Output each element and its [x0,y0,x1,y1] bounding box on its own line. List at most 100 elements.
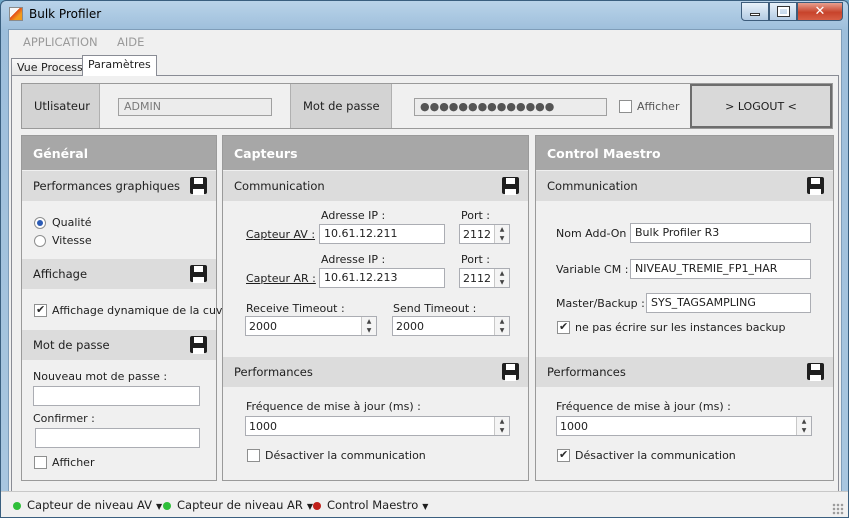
quality-radio[interactable] [34,217,46,229]
save-icon[interactable] [807,177,824,195]
client-area: APPLICATION AIDE Vue Process Paramètres … [8,29,842,513]
spin-down-icon[interactable]: ▼ [362,326,376,335]
spin-arrows[interactable]: ▲ ▼ [361,317,376,335]
spin-up-icon[interactable]: ▲ [495,225,509,234]
confirm-label: Confirmer : [33,412,95,425]
maximize-icon [776,6,790,17]
ar-ip-label: Adresse IP : [321,253,386,266]
capteurs-panel: Capteurs Communication Adresse IP : Port… [222,135,529,481]
maestro-comm-section: Communication [536,171,833,201]
menu-application[interactable]: APPLICATION [23,35,98,49]
status-control-maestro[interactable]: Control Maestro ▼ [313,498,428,512]
spin-down-icon[interactable]: ▼ [495,278,509,287]
save-icon[interactable] [190,177,207,195]
new-password-label: Nouveau mot de passe : [33,370,168,383]
general-panel: Général Performances graphiques Qualité … [21,135,229,481]
cm-variable-field[interactable]: NIVEAU_TREMIE_FP1_HAR [630,259,811,279]
display-section: Affichage [22,259,216,289]
tab-parametres[interactable]: Paramètres [82,55,157,76]
spin-arrows[interactable]: ▲ ▼ [494,417,509,435]
save-icon[interactable] [190,336,207,354]
tab-vue-process[interactable]: Vue Process [11,58,89,76]
new-password-field[interactable] [33,386,200,406]
maestro-title: Control Maestro [536,136,833,170]
status-capteur-ar[interactable]: Capteur de niveau AR ▼ [163,498,313,512]
receive-timeout-stepper[interactable]: 2000 ▲ ▼ [245,316,377,336]
spin-up-icon[interactable]: ▲ [495,269,509,278]
ar-ip-field[interactable]: 10.61.12.213 [319,268,445,288]
maestro-perf-section: Performances [536,357,833,387]
spin-arrows[interactable]: ▲ ▼ [494,225,509,243]
no-backup-label: ne pas écrire sur les instances backup [575,321,786,334]
status-capteur-av[interactable]: Capteur de niveau AV ▼ [13,498,162,512]
status-bar: Capteur de niveau AV ▼ Capteur de niveau … [1,491,848,517]
minimize-button[interactable] [741,2,769,21]
show-new-password-checkbox[interactable] [34,456,47,469]
logout-button[interactable]: > LOGOUT < [690,84,832,128]
app-window: Bulk Profiler ✕ APPLICATION AIDE Vue Pro… [0,0,849,518]
minimize-icon [750,13,760,16]
no-backup-checkbox[interactable] [557,320,570,334]
close-button[interactable]: ✕ [797,2,843,21]
graphics-perf-title: Performances graphiques [33,179,181,193]
maestro-disable-label: Désactiver la communication [575,449,736,462]
menu-aide[interactable]: AIDE [117,35,144,49]
maximize-button[interactable] [769,2,797,21]
spin-down-icon[interactable]: ▼ [495,426,509,435]
password-section-title: Mot de passe [33,338,110,352]
send-timeout-stepper[interactable]: 2000 ▲ ▼ [392,316,510,336]
spin-arrows[interactable]: ▲ ▼ [494,269,509,287]
addon-label: Nom Add-On : [556,227,634,240]
maestro-comm-title: Communication [547,179,638,193]
save-icon[interactable] [502,177,519,195]
spin-down-icon[interactable]: ▼ [495,234,509,243]
dropdown-arrow-icon: ▼ [156,502,163,511]
receive-timeout-value: 2000 [249,320,277,333]
capteurs-title: Capteurs [223,136,528,170]
av-ip-label: Adresse IP : [321,209,386,222]
confirm-password-field[interactable] [35,428,200,448]
av-ip-field[interactable]: 10.61.12.211 [319,224,445,244]
capteurs-disable-checkbox[interactable] [247,449,260,462]
title-bar[interactable]: Bulk Profiler ✕ [1,1,848,27]
spin-up-icon[interactable]: ▲ [495,417,509,426]
capteurs-comm-title: Communication [234,179,325,193]
show-password-checkbox[interactable] [619,100,632,113]
spin-arrows[interactable]: ▲ ▼ [796,417,811,435]
ar-port-stepper[interactable]: 2112 ▲ ▼ [459,268,510,288]
receive-timeout-label: Receive Timeout : [246,302,345,315]
addon-field[interactable]: Bulk Profiler R3 [630,223,811,243]
capteurs-freq-stepper[interactable]: 1000 ▲ ▼ [245,416,510,436]
resize-grip-icon[interactable] [832,503,844,515]
status-label: Control Maestro [327,498,419,512]
av-port-stepper[interactable]: 2112 ▲ ▼ [459,224,510,244]
maestro-freq-stepper[interactable]: 1000 ▲ ▼ [556,416,812,436]
save-icon[interactable] [807,363,824,381]
spin-up-icon[interactable]: ▲ [495,317,509,326]
maestro-perf-title: Performances [547,365,626,379]
window-title: Bulk Profiler [29,7,102,21]
status-label: Capteur de niveau AV [27,498,153,512]
maestro-disable-checkbox[interactable] [557,448,570,462]
password-field[interactable]: ●●●●●●●●●●●●●● [414,98,607,116]
spin-down-icon[interactable]: ▼ [797,426,811,435]
spin-down-icon[interactable]: ▼ [495,326,509,335]
save-icon[interactable] [190,265,207,283]
ar-port-value: 2112 [463,272,491,285]
spin-up-icon[interactable]: ▲ [797,417,811,426]
maestro-panel: Control Maestro Communication Nom Add-On… [535,135,834,481]
show-new-password-label: Afficher [52,456,95,469]
dynamic-display-checkbox[interactable] [34,303,47,317]
capteurs-comm-section: Communication [223,171,528,201]
status-dot [13,501,21,510]
close-icon: ✕ [814,4,826,19]
master-backup-field[interactable]: SYS_TAGSAMPLING [646,293,811,313]
spin-arrows[interactable]: ▲ ▼ [494,317,509,335]
user-field[interactable]: ADMIN [118,98,272,116]
status-dot [163,501,171,510]
spin-up-icon[interactable]: ▲ [362,317,376,326]
speed-radio[interactable] [34,235,46,247]
save-icon[interactable] [502,363,519,381]
user-bar: Utlisateur ADMIN Mot de passe ●●●●●●●●●●… [21,83,833,129]
capteurs-freq-value: 1000 [249,420,277,433]
